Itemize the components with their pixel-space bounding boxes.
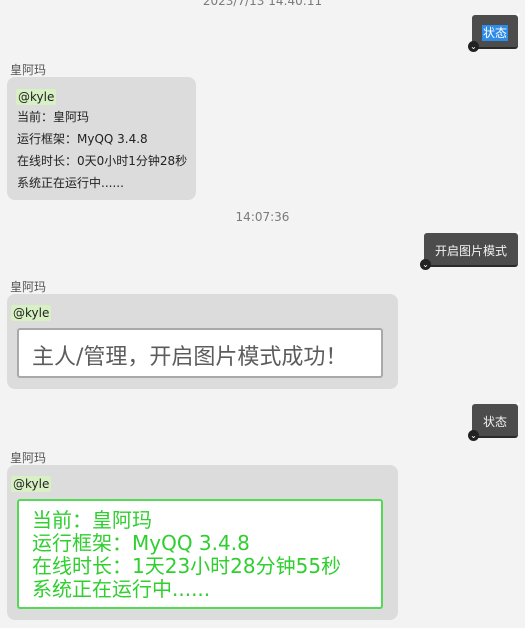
mention-tag[interactable]: @kyle: [16, 89, 57, 105]
message-bubble[interactable]: @kyle 当前：皇阿玛 运行框架：MyQQ 3.4.8 在线时长：0天0小时1…: [7, 77, 196, 200]
sender-name: 皇阿玛: [10, 451, 47, 465]
command-text: 状态: [482, 415, 507, 429]
image-line-framework: 运行框架：MyQQ 3.4.8: [32, 531, 250, 555]
status-line-running: 系统正在运行中......: [17, 176, 124, 190]
outgoing-command-image-mode[interactable]: 开启图片模式 ✦ ⌄: [420, 229, 522, 270]
status-line-uptime: 在线时长：0天0小时1分钟28秒: [17, 154, 188, 168]
avatar-badge-icon: ⌄: [468, 41, 479, 52]
diamond-icon: ✦: [514, 229, 522, 239]
command-text: 开启图片模式: [434, 244, 507, 258]
text-image[interactable]: 主人/管理，开启图片模式成功！: [17, 328, 383, 378]
timestamp-mid: 14:07:36: [235, 210, 290, 224]
text-image[interactable]: 当前：皇阿玛 运行框架：MyQQ 3.4.8 在线时长：1天23小时28分钟55…: [17, 499, 383, 609]
diamond-icon: ✦: [514, 11, 522, 21]
mention-tag[interactable]: @kyle: [11, 305, 52, 321]
status-line-framework: 运行框架：MyQQ 3.4.8: [17, 132, 148, 146]
avatar-badge-icon: ⌄: [420, 259, 431, 270]
avatar-badge-icon: ⌄: [468, 430, 479, 441]
image-mode-result-text: 主人/管理，开启图片模式成功！: [32, 345, 348, 370]
sender-name: 皇阿玛: [10, 63, 47, 77]
outgoing-command-status[interactable]: 状态 ✦ ⌄: [468, 400, 522, 441]
image-line-running: 系统正在运行中......: [32, 577, 211, 601]
outgoing-command-status[interactable]: 状态 ✦ ⌄: [468, 11, 522, 52]
sender-name: 皇阿玛: [10, 280, 47, 294]
command-text: 状态: [481, 25, 508, 41]
message-bubble[interactable]: @kyle 当前：皇阿玛 运行框架：MyQQ 3.4.8 在线时长：1天23小时…: [7, 465, 398, 620]
image-line-uptime: 在线时长：1天23小时28分钟55秒: [32, 554, 342, 578]
timestamp-top: 2023/7/13 14:40:11: [202, 0, 323, 8]
status-line-current: 当前：皇阿玛: [17, 110, 90, 124]
image-line-current: 当前：皇阿玛: [32, 508, 152, 532]
mention-tag[interactable]: @kyle: [11, 476, 52, 492]
diamond-icon: ✦: [514, 400, 522, 410]
message-bubble[interactable]: @kyle 主人/管理，开启图片模式成功！: [7, 294, 398, 389]
